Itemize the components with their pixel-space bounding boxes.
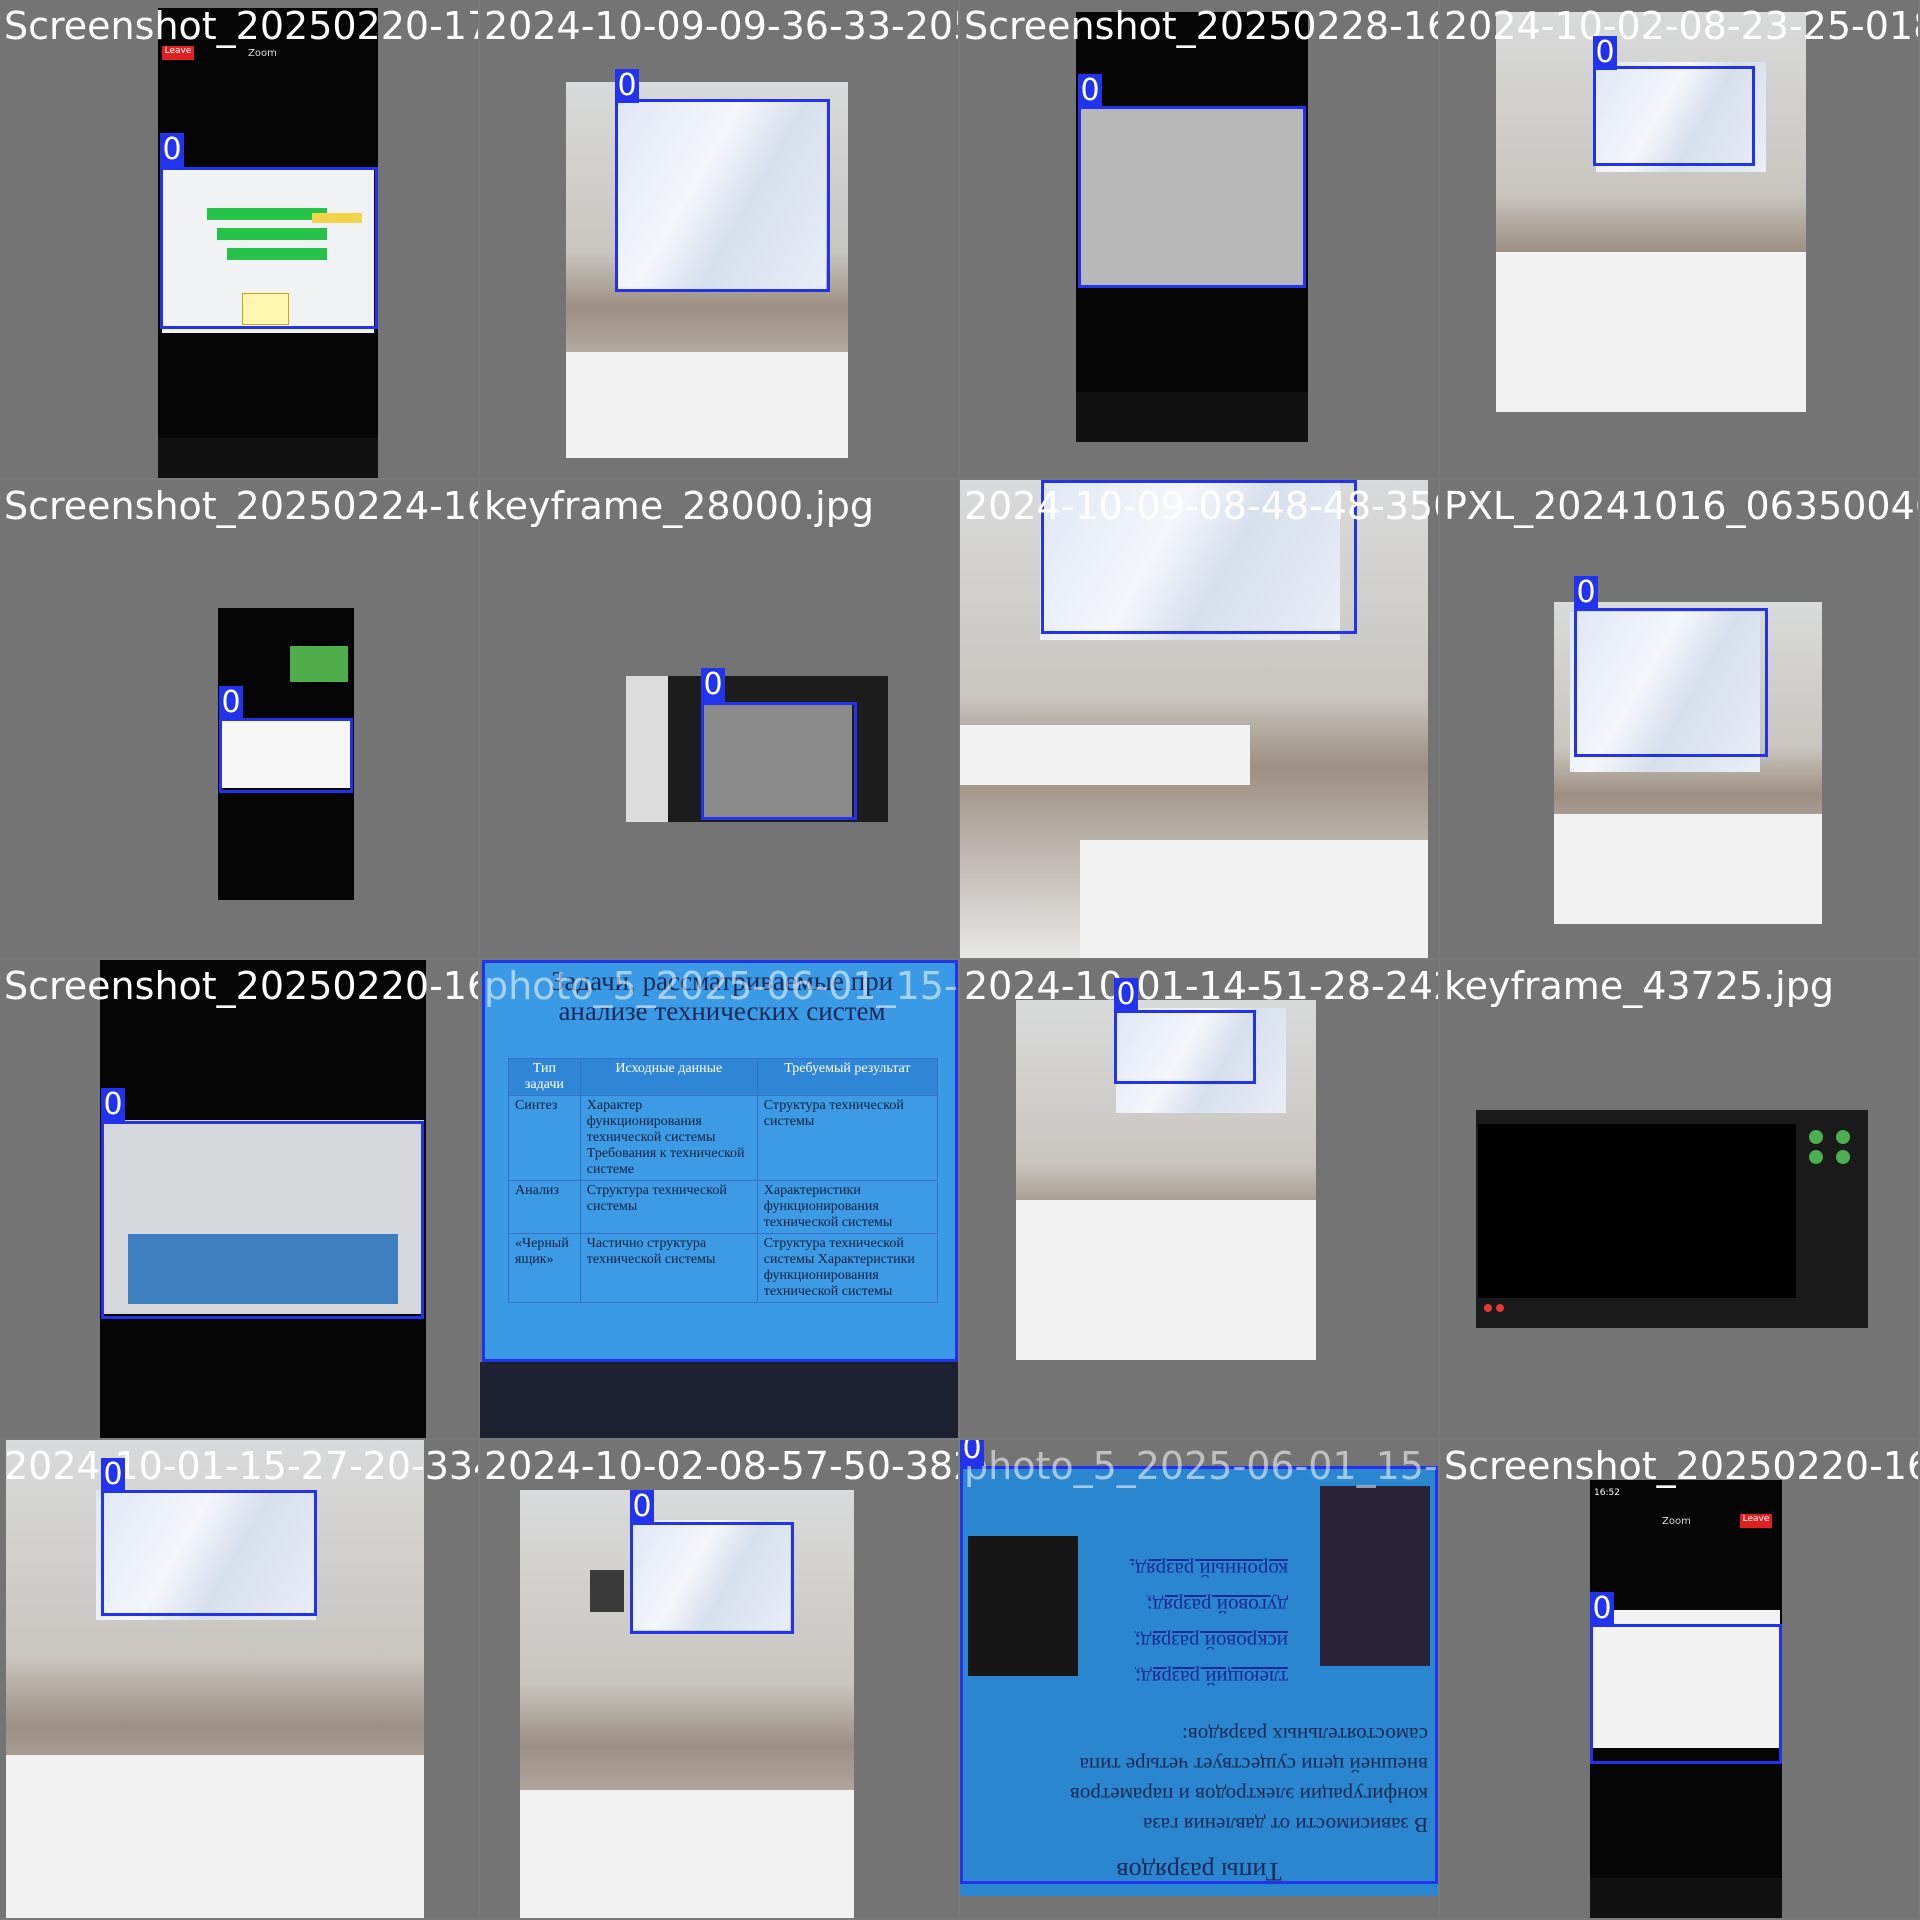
- leave-button[interactable]: Leave: [1740, 1514, 1772, 1528]
- class-label: 0: [482, 960, 506, 962]
- detection-box: [160, 167, 378, 329]
- tile-5[interactable]: 0 Screenshot_20250224-161027_Zoom.png: [0, 480, 478, 958]
- tile-title: PXL_20241016_063500461: [1444, 484, 1918, 528]
- detection-box: [482, 960, 958, 1362]
- detection-box: [615, 99, 830, 292]
- tile-title: Screenshot_20250220-165204_Zoom.png: [1444, 1444, 1918, 1488]
- tile-9[interactable]: 0 Screenshot_20250220-165354_Zoom.png: [0, 960, 478, 1438]
- tile-2[interactable]: 0 2024-10-09-09-36-33-205.jpg: [480, 0, 958, 478]
- zoom-toolbar[interactable]: [1590, 1878, 1782, 1918]
- class-label: 0: [960, 1440, 984, 1466]
- tile-15[interactable]: Типы разрядов В зависимости от давления …: [960, 1440, 1438, 1918]
- tile-title: Screenshot_20250220-165354_Zoom.png: [4, 964, 478, 1008]
- tile-title: 2024-10-01-15-27-20-334.jpg: [4, 1444, 478, 1488]
- detection-box: [101, 1490, 317, 1616]
- tile-10[interactable]: Задачи, рассматриваемые при анализе техн…: [480, 960, 958, 1438]
- class-label: 0: [701, 668, 725, 702]
- zoom-toolbar[interactable]: [158, 438, 378, 478]
- tile-title: 2024-10-01-14-51-28-242.jpg: [964, 964, 1438, 1008]
- tile-14[interactable]: 0 2024-10-02-08-57-50-382.jpg: [480, 1440, 958, 1918]
- tile-7[interactable]: 0 2024-10-09-08-48-48-350.jpg: [960, 480, 1438, 958]
- detection-box: [1078, 106, 1306, 288]
- tile-title: 2024-10-09-08-48-48-350.jpg: [964, 484, 1438, 528]
- tile-title: Screenshot_20250220-170828_Zoom.png: [4, 4, 478, 48]
- class-label: 0: [1114, 978, 1138, 1012]
- class-label: 0: [1574, 576, 1598, 610]
- detection-box: [630, 1522, 794, 1634]
- detection-box: [1114, 1010, 1256, 1084]
- tile-title: keyframe_43725.jpg: [1444, 964, 1834, 1008]
- detection-box: [219, 718, 353, 793]
- detection-grid: Leave Zoom 0 Screenshot_20250220-170828_…: [0, 0, 1920, 1920]
- class-label: 0: [219, 686, 243, 720]
- tile-title: photo_5_2025-06-01_15-53-54.jpg: [484, 964, 958, 1008]
- tile-1[interactable]: Leave Zoom 0 Screenshot_20250220-170828_…: [0, 0, 478, 478]
- zoom-label: Zoom: [1662, 1516, 1691, 1527]
- tile-title: Screenshot_20250224-161027_Zoom.png: [4, 484, 478, 528]
- detection-box: [1593, 66, 1755, 166]
- tile-title: photo_5_2025-06-01_15-53-54.jpg: [964, 1444, 1438, 1488]
- tile-title: 2024-10-09-09-36-33-205.jpg: [484, 4, 958, 48]
- detection-box: [701, 702, 857, 820]
- class-label: 0: [101, 1088, 125, 1122]
- tile-title: keyframe_28000.jpg: [484, 484, 874, 528]
- tile-8[interactable]: 0 PXL_20241016_063500461: [1440, 480, 1918, 958]
- tile-4[interactable]: 0 2024-10-02-08-23-25-018.jpg: [1440, 0, 1918, 478]
- zoom-desktop-screenshot: [1476, 1110, 1868, 1328]
- class-label: 0: [1590, 1592, 1614, 1626]
- tile-title: 2024-10-02-08-23-25-018.jpg: [1444, 4, 1918, 48]
- class-label: 0: [615, 69, 639, 103]
- detection-box: [960, 1466, 1438, 1884]
- tile-13[interactable]: 0 2024-10-01-15-27-20-334.jpg: [0, 1440, 478, 1918]
- detection-box: [1590, 1624, 1782, 1764]
- tile-6[interactable]: 0 keyframe_28000.jpg: [480, 480, 958, 958]
- detection-box: [1574, 608, 1768, 757]
- class-label: 0: [101, 1458, 125, 1492]
- detection-box: [101, 1121, 424, 1319]
- class-label: 0: [160, 133, 184, 167]
- tile-11[interactable]: 0 2024-10-01-14-51-28-242.jpg: [960, 960, 1438, 1438]
- tile-3[interactable]: 0 Screenshot_20250228-162756_Zoom.png: [960, 0, 1438, 478]
- class-label: 0: [630, 1490, 654, 1524]
- zoom-toolbar[interactable]: [1076, 392, 1308, 442]
- tile-title: Screenshot_20250228-162756_Zoom.png: [964, 4, 1438, 48]
- class-label: 0: [1078, 74, 1102, 108]
- class-label: 0: [1593, 36, 1617, 70]
- tile-16[interactable]: 16:52 Leave Zoom 0 Screenshot_20250220-1…: [1440, 1440, 1918, 1918]
- tile-12[interactable]: keyframe_43725.jpg: [1440, 960, 1918, 1438]
- tile-title: 2024-10-02-08-57-50-382.jpg: [484, 1444, 958, 1488]
